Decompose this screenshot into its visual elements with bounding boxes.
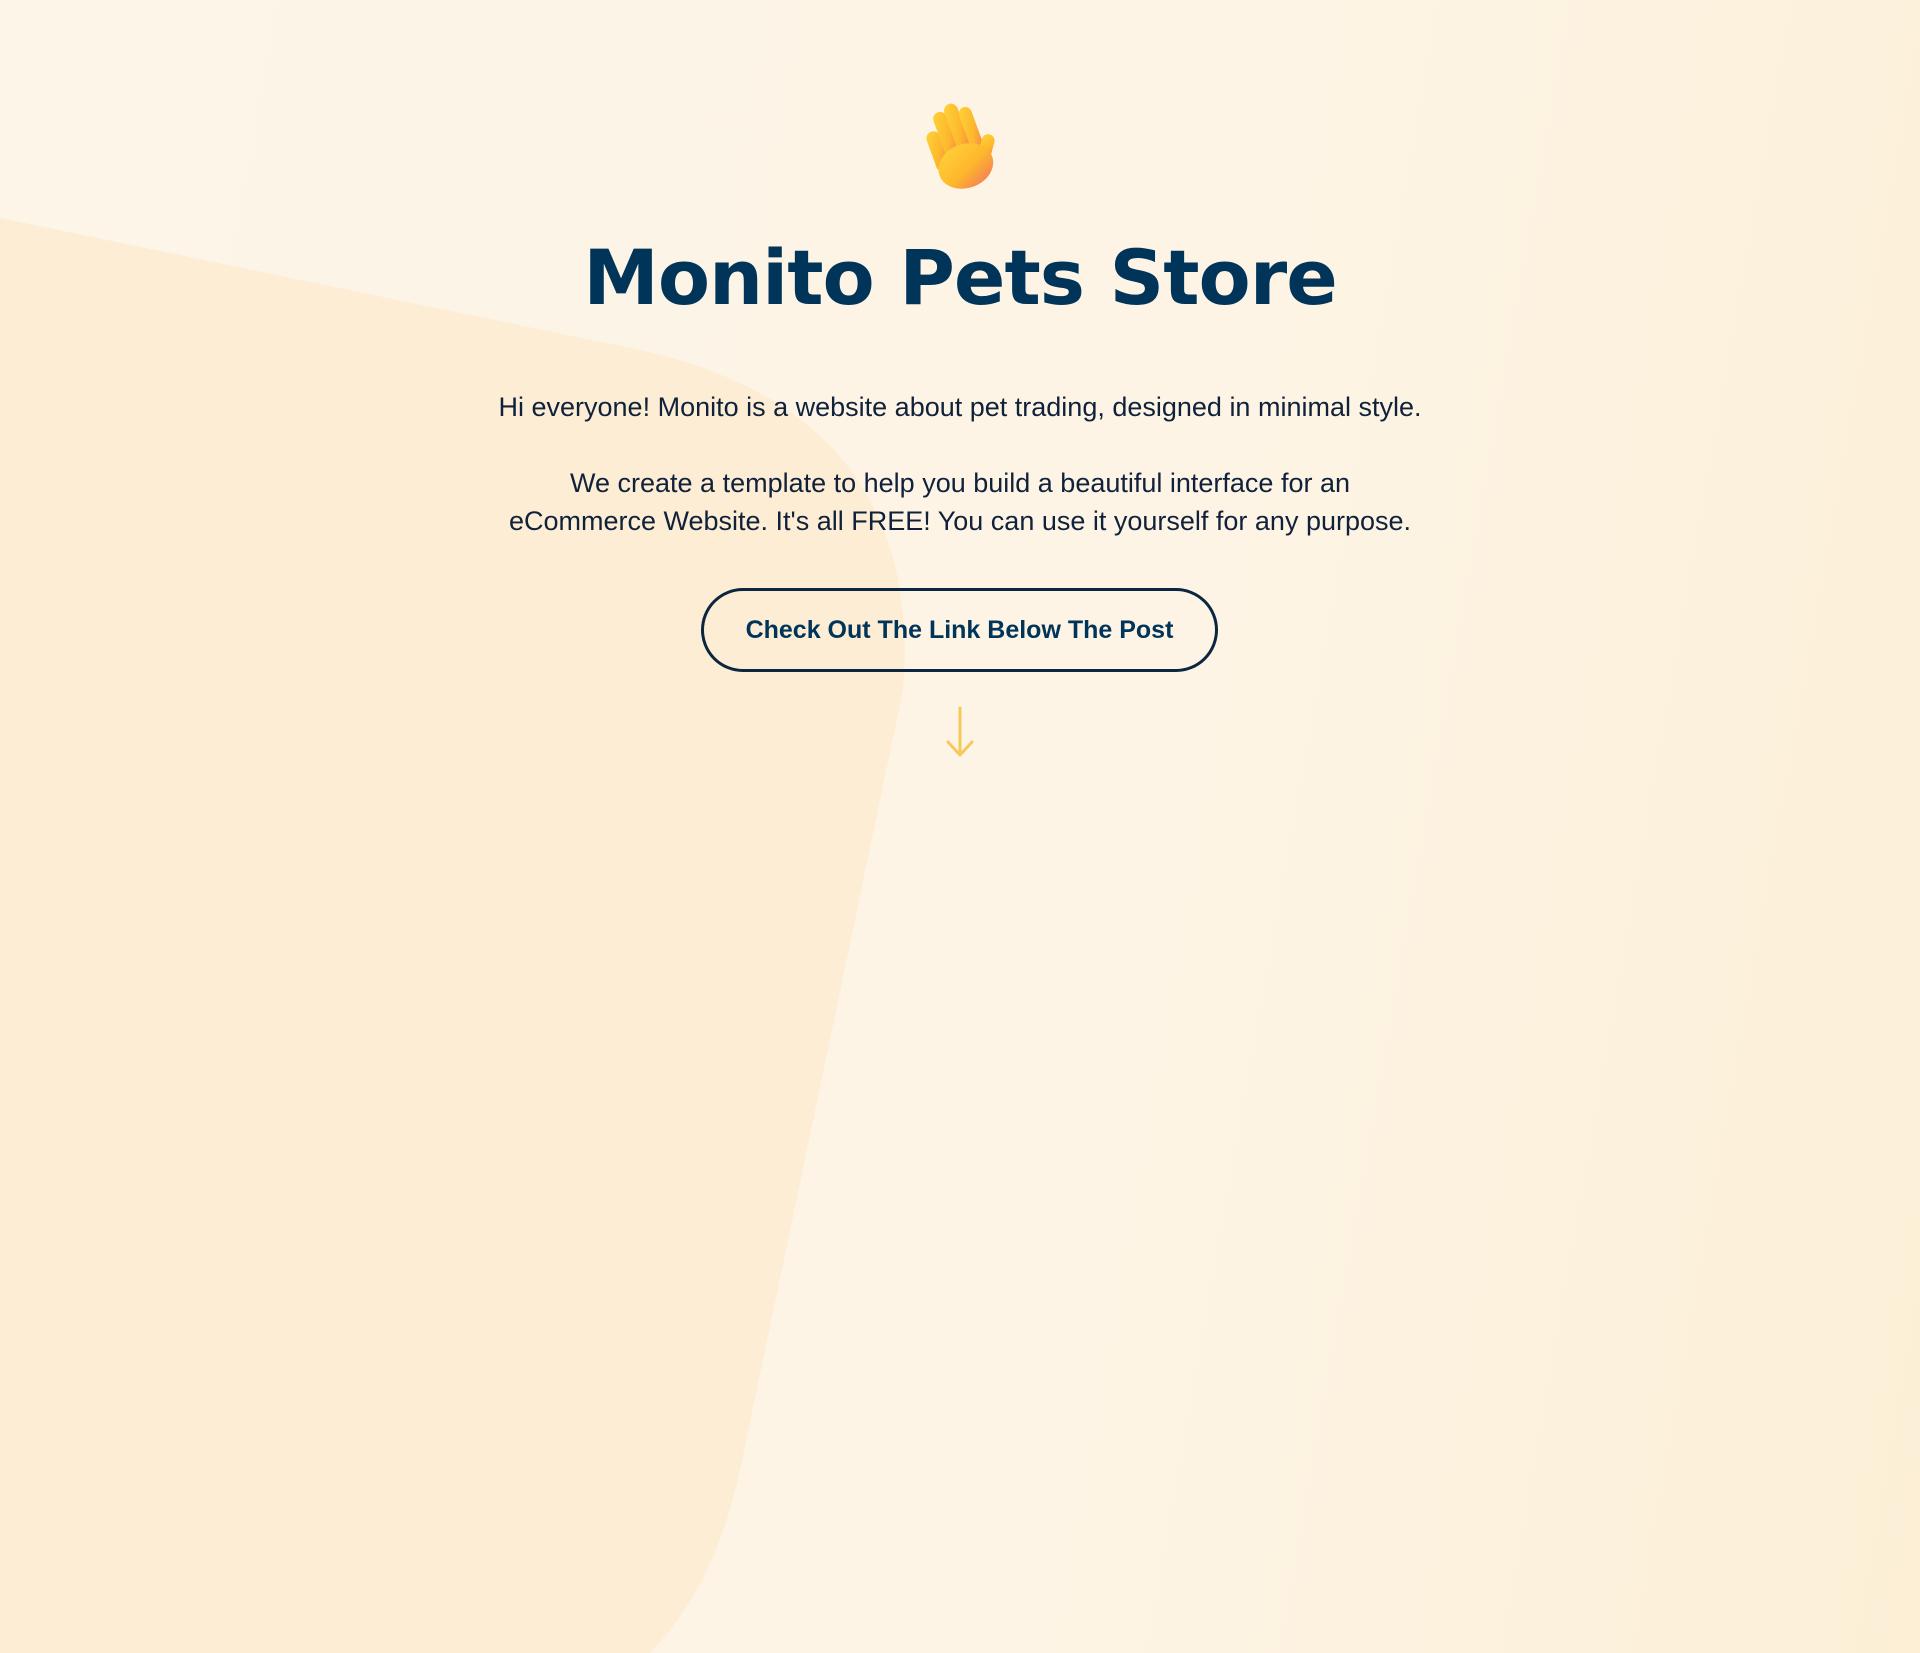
description-line-1: We create a template to help you build a… [570,468,1350,498]
description-text: We create a template to help you build a… [460,464,1460,540]
waving-hand-icon [926,103,995,189]
description-line-2: eCommerce Website. It's all FREE! You ca… [508,506,1412,536]
arrow-down-icon [946,706,974,757]
check-out-link-button[interactable]: Check Out The Link Below The Post [701,588,1218,672]
intro-text: Hi everyone! Monito is a website about p… [498,392,1422,422]
page-title: Monito Pets Store [583,233,1338,322]
